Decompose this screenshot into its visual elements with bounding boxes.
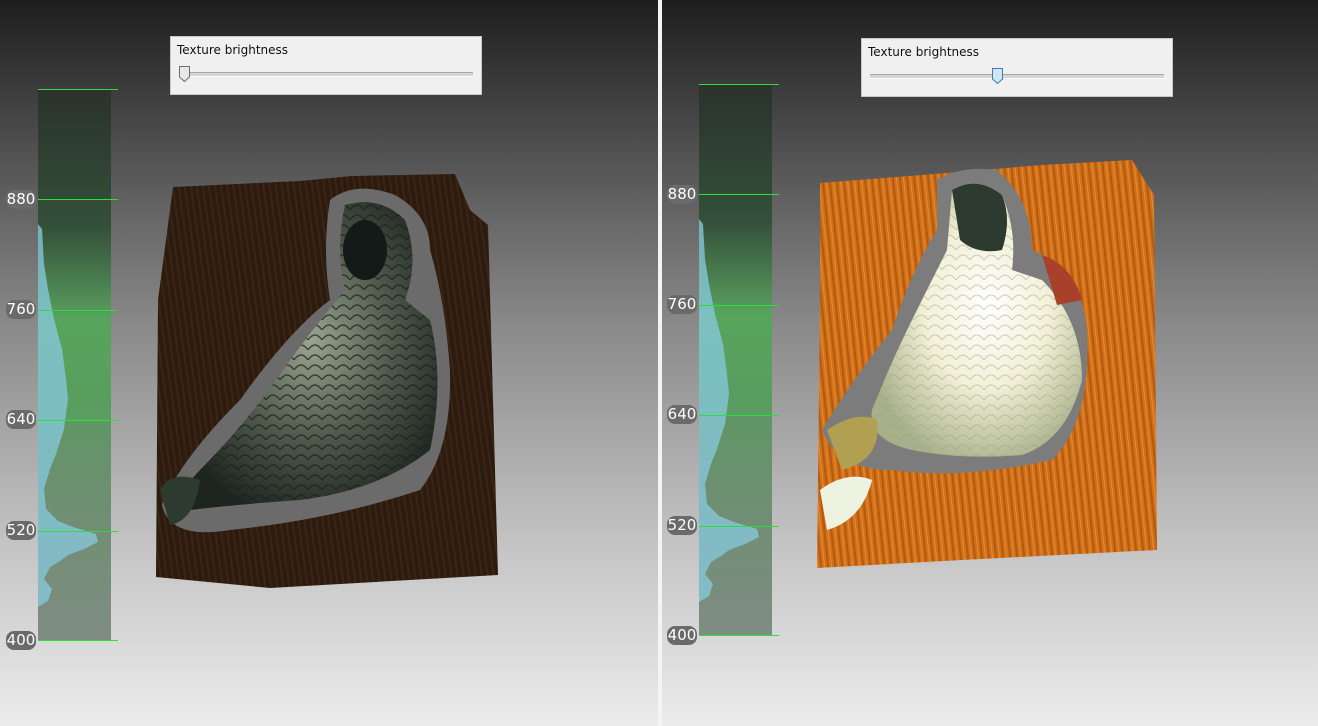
- depth-label-400: 400: [667, 626, 697, 645]
- depth-label-880: 880: [667, 185, 697, 204]
- depth-tick-760: [699, 305, 779, 306]
- depth-label-640: 640: [6, 410, 36, 429]
- texture-brightness-panel: Texture brightness: [861, 38, 1173, 97]
- depth-histogram: [699, 219, 759, 602]
- depth-tick-880: [38, 199, 118, 200]
- slider-thumb-icon[interactable]: [992, 68, 1003, 84]
- left-viewport[interactable]: Texture brightness 880 760 640 520 400: [0, 0, 658, 726]
- depth-label-760: 760: [6, 300, 36, 319]
- slider-thumb-icon[interactable]: [179, 66, 190, 82]
- slider-track[interactable]: [870, 74, 1164, 79]
- depth-tick-520: [38, 531, 118, 532]
- depth-tick-400: [699, 635, 779, 636]
- slider-label: Texture brightness: [177, 43, 289, 57]
- depth-label-520: 520: [6, 521, 36, 540]
- depth-tick-640: [38, 420, 118, 421]
- depth-label-520: 520: [667, 516, 697, 535]
- depth-label-880: 880: [6, 190, 36, 209]
- depth-tick-520: [699, 526, 779, 527]
- depth-tick-880: [699, 194, 779, 195]
- depth-label-640: 640: [667, 405, 697, 424]
- depth-tick-400: [38, 640, 118, 641]
- depth-tick-top: [38, 89, 118, 90]
- depth-range-bar[interactable]: 880 760 640 520 400: [6, 89, 118, 650]
- depth-tick-760: [38, 310, 118, 311]
- right-viewport[interactable]: Texture brightness 880 760 640 520 400: [662, 0, 1318, 726]
- slider-label: Texture brightness: [868, 45, 980, 59]
- slider-track[interactable]: [179, 72, 473, 77]
- depth-histogram: [38, 224, 98, 607]
- depth-tick-640: [699, 415, 779, 416]
- depth-tick-top: [699, 84, 779, 85]
- depth-label-760: 760: [667, 295, 697, 314]
- depth-range-bar[interactable]: 880 760 640 520 400: [667, 84, 779, 645]
- depth-label-400: 400: [6, 631, 36, 650]
- texture-brightness-panel: Texture brightness: [170, 36, 482, 95]
